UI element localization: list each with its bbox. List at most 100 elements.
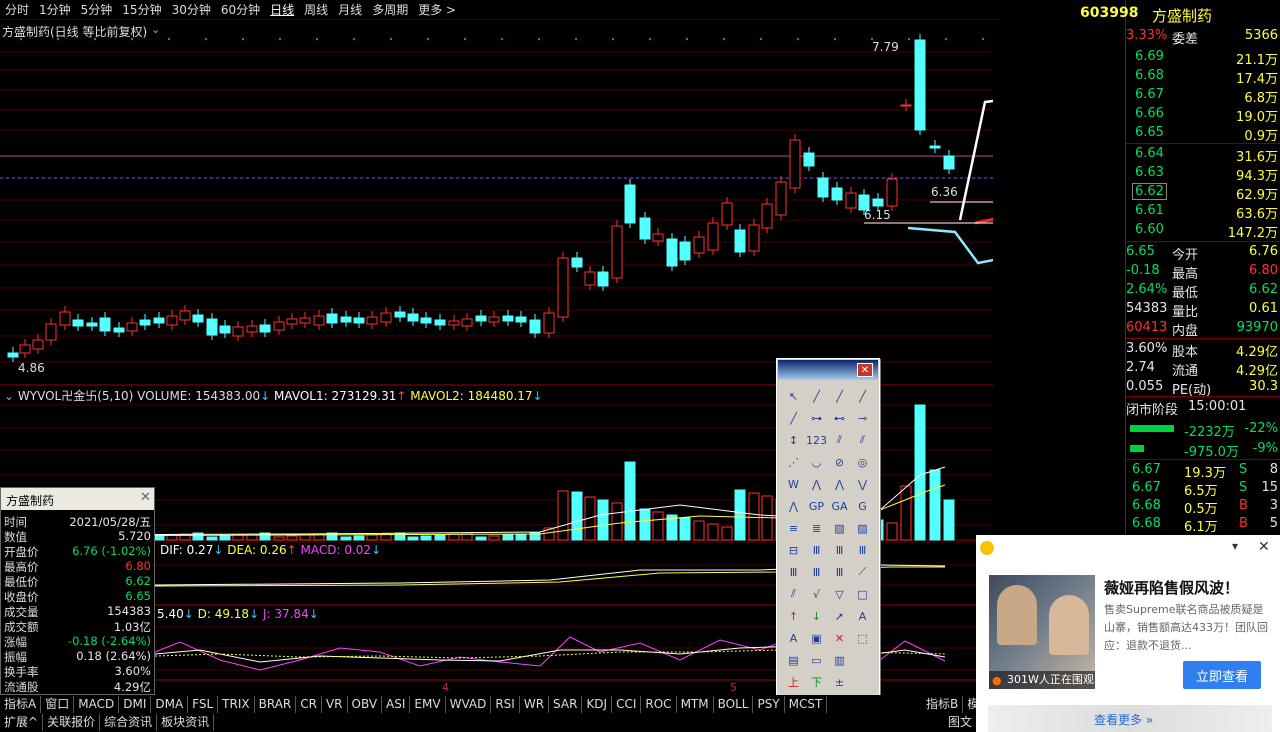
drawing-tool-5-icon[interactable]: ⊶ [805, 407, 828, 429]
bottom-nav-tab[interactable]: 关联报价 [43, 714, 101, 731]
indicator-tab[interactable]: PSY [753, 696, 785, 713]
drawing-tool-3-icon[interactable]: ╱ [851, 385, 874, 407]
ad-thumbnail-image[interactable]: 301W人正在围观 ● [989, 575, 1095, 689]
bid-row[interactable]: 6.62 62.9万 [1126, 183, 1280, 203]
period-tab-fenshi[interactable]: 分时 [0, 1, 34, 18]
indicator-tab[interactable]: 指标A [0, 696, 42, 713]
ask-row[interactable]: 6.66 19.0万 [1126, 105, 1280, 125]
drawing-tool-8-icon[interactable]: ↕ [782, 429, 805, 451]
news-ad-popup[interactable]: ▾ ✕ 301W人正在围观 ● 薇娅再陷售假风波！ 售卖Supreme联名商品被… [976, 535, 1280, 732]
drawing-tool-36-icon[interactable]: ⫽ [782, 583, 805, 605]
drawing-tool-45-icon[interactable]: ▣ [805, 627, 828, 649]
indicator-tab[interactable]: TRIX [218, 696, 255, 713]
period-tab-30min[interactable]: 30分钟 [167, 1, 216, 18]
ask-row[interactable]: 6.67 6.8万 [1126, 86, 1280, 106]
drawing-tool-27-icon[interactable]: ▨ [851, 517, 874, 539]
drawing-tool-52-icon[interactable]: 上 [782, 671, 805, 693]
indicator-tab[interactable]: KDJ [582, 696, 613, 713]
drawing-tool-32-icon[interactable]: Ⅲ [782, 561, 805, 583]
bid-row[interactable]: 6.60 147.2万 [1126, 221, 1280, 241]
ask-row[interactable]: 6.69 21.1万 [1126, 48, 1280, 68]
drawing-tool-38-icon[interactable]: ▽ [828, 583, 851, 605]
chevron-down-icon[interactable]: ⌄ [4, 389, 14, 403]
period-more-menu[interactable]: 更多 > [413, 1, 461, 18]
drawing-tool-4-icon[interactable]: ╱ [782, 407, 805, 429]
drawing-tool-21-icon[interactable]: GP [805, 495, 828, 517]
drawing-tool-34-icon[interactable]: Ⅲ [828, 561, 851, 583]
drawing-tool-48-icon[interactable]: ▤ [782, 649, 805, 671]
indicator-tab[interactable]: FSL [188, 696, 219, 713]
drawing-tool-41-icon[interactable]: ↓ [805, 605, 828, 627]
indicator-tab[interactable]: MTM [677, 696, 714, 713]
bottom-nav-tab[interactable]: 扩展^ [0, 714, 44, 731]
close-icon[interactable]: ✕ [1258, 539, 1270, 555]
drawing-tool-25-icon[interactable]: ≣ [805, 517, 828, 539]
drawing-tool-19-icon[interactable]: ⋁ [851, 473, 874, 495]
indicator-tab[interactable]: SAR [549, 696, 583, 713]
drawing-tool-9-icon[interactable]: 123 [805, 429, 828, 451]
period-tab-monthly[interactable]: 月线 [333, 1, 367, 18]
close-icon[interactable]: ✕ [857, 363, 873, 377]
drawing-tool-13-icon[interactable]: ◡ [805, 451, 828, 473]
indicator-tab[interactable]: BRAR [255, 696, 297, 713]
indicator-tab[interactable]: WVAD [446, 696, 492, 713]
bid-row[interactable]: 6.63 94.3万 [1126, 164, 1280, 184]
drawing-tool-16-icon[interactable]: W [782, 473, 805, 495]
ask-row[interactable]: 6.65 0.9万 [1126, 124, 1280, 144]
drawing-tool-43-icon[interactable]: A [851, 605, 874, 627]
indicator-tab[interactable]: MCST [785, 696, 828, 713]
drawing-tool-39-icon[interactable]: □ [851, 583, 874, 605]
indicator-tab[interactable]: EMV [410, 696, 446, 713]
drawing-tool-47-icon[interactable]: ⬚ [851, 627, 874, 649]
drawing-tool-10-icon[interactable]: ⫽ [828, 429, 851, 451]
ask-row[interactable]: 6.68 17.4万 [1126, 67, 1280, 87]
drawing-tool-29-icon[interactable]: Ⅲ [805, 539, 828, 561]
drawing-tool-12-icon[interactable]: ⋰ [782, 451, 805, 473]
indicator-tab[interactable]: VR [322, 696, 348, 713]
drawing-tool-2-icon[interactable]: ╱ [828, 385, 851, 407]
indicator-tab[interactable]: CCI [612, 696, 642, 713]
indicator-tab[interactable]: WR [520, 696, 550, 713]
drawing-tool-24-icon[interactable]: ≡ [782, 517, 805, 539]
drawing-tool-20-icon[interactable]: ⋀ [782, 495, 805, 517]
drawing-tool-44-icon[interactable]: A [782, 627, 805, 649]
indicator-tab[interactable]: DMA [151, 696, 189, 713]
drawing-tool-46-icon[interactable]: ✕ [828, 627, 851, 649]
indicator-tab[interactable]: RSI [491, 696, 520, 713]
drawing-tool-0-icon[interactable]: ↖ [782, 385, 805, 407]
drawing-tool-35-icon[interactable]: ⟋ [851, 561, 874, 583]
drawing-tool-18-icon[interactable]: ⋀ [828, 473, 851, 495]
period-tab-weekly[interactable]: 周线 [299, 1, 333, 18]
bottom-nav-tab[interactable]: 综合资讯 [100, 714, 158, 731]
chevron-down-icon[interactable]: ⌄ [151, 23, 160, 36]
drawing-tool-22-icon[interactable]: GA [828, 495, 851, 517]
indicator-tab[interactable]: ROC [641, 696, 677, 713]
drawing-tool-15-icon[interactable]: ◎ [851, 451, 874, 473]
period-tab-daily[interactable]: 日线 [265, 1, 299, 18]
drawing-tool-42-icon[interactable]: ➚ [828, 605, 851, 627]
indicator-tab[interactable]: OBV [348, 696, 383, 713]
drawing-tool-11-icon[interactable]: ⫽ [851, 429, 874, 451]
graphic-text-tab[interactable]: 图文 [944, 714, 978, 731]
indicator-tab[interactable]: BOLL [714, 696, 754, 713]
drawing-tool-37-icon[interactable]: √ [805, 583, 828, 605]
close-icon[interactable]: ✕ [140, 490, 151, 505]
period-tab-5min[interactable]: 5分钟 [76, 1, 118, 18]
drawing-tool-28-icon[interactable]: ⊟ [782, 539, 805, 561]
drawing-tool-33-icon[interactable]: Ⅲ [805, 561, 828, 583]
bottom-nav-tab[interactable]: 板块资讯 [157, 714, 215, 731]
dropdown-icon[interactable]: ▾ [1232, 539, 1238, 553]
drawing-tool-30-icon[interactable]: Ⅲ [828, 539, 851, 561]
bid-row[interactable]: 6.61 63.6万 [1126, 202, 1280, 222]
drawing-tool-7-icon[interactable]: ⊸ [851, 407, 874, 429]
period-tab-1min[interactable]: 1分钟 [34, 1, 76, 18]
drawing-tool-31-icon[interactable]: Ⅲ [851, 539, 874, 561]
ad-title[interactable]: 薇娅再陷售假风波！ [1104, 577, 1239, 598]
drawing-tool-50-icon[interactable]: ▥ [828, 649, 851, 671]
drawing-tool-26-icon[interactable]: ▨ [828, 517, 851, 539]
drawing-tool-14-icon[interactable]: ⊘ [828, 451, 851, 473]
ad-more-link[interactable]: 查看更多 » [1094, 711, 1153, 728]
drawing-tool-17-icon[interactable]: ⋀ [805, 473, 828, 495]
drawing-tool-23-icon[interactable]: G [851, 495, 874, 517]
period-tab-15min[interactable]: 15分钟 [117, 1, 166, 18]
